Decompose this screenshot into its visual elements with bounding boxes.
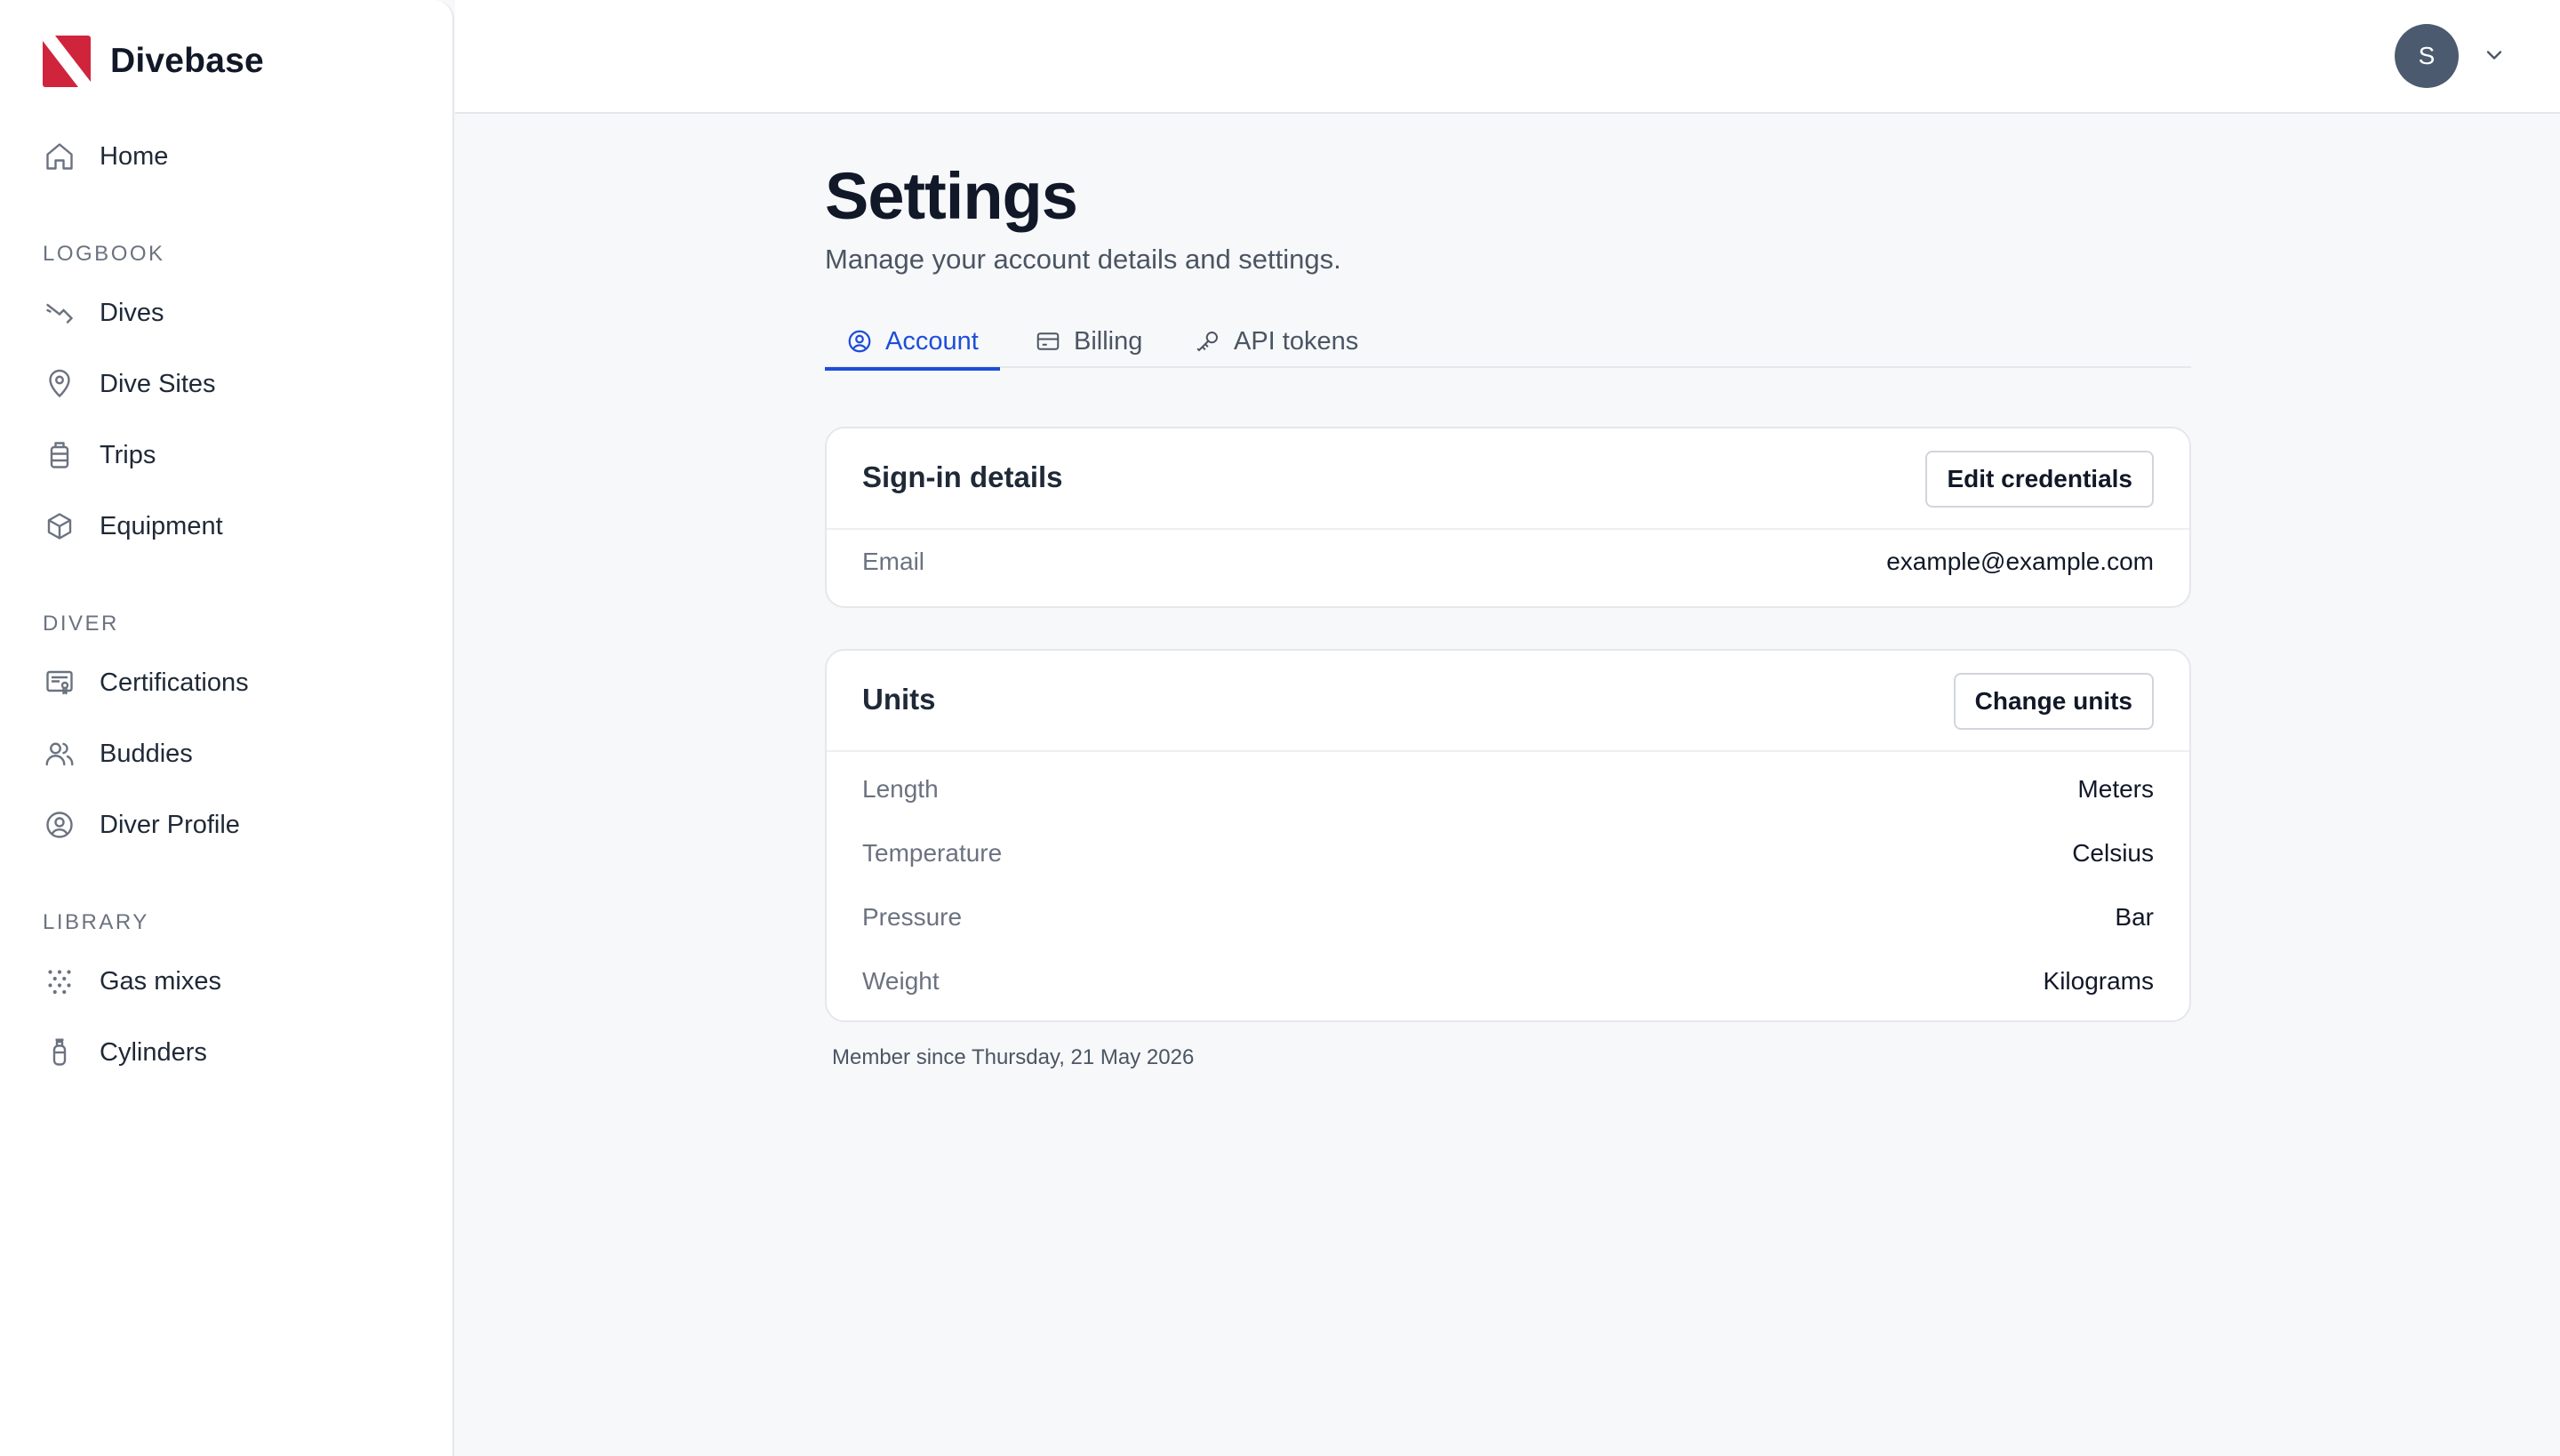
box-icon — [43, 509, 76, 543]
chevron-down-icon[interactable] — [2482, 43, 2507, 68]
sidebar-item-dive-sites[interactable]: Dive Sites — [43, 357, 416, 411]
sidebar-item-label: Certifications — [100, 668, 249, 697]
user-circle-icon — [43, 808, 76, 842]
units-list: Length Meters Temperature Celsius Pressu… — [827, 752, 2189, 1020]
signin-card: Sign-in details Edit credentials Email e… — [825, 427, 2191, 608]
dive-icon — [43, 296, 76, 330]
sidebar-item-label: Gas mixes — [100, 966, 221, 996]
certificate-icon — [43, 666, 76, 700]
detail-row-weight: Weight Kilograms — [827, 949, 2189, 1013]
sidebar-section-diver: Diver — [43, 612, 119, 636]
tab-billing[interactable]: Billing — [1035, 315, 1142, 368]
card-header: Sign-in details Edit credentials — [827, 428, 2189, 530]
app-root: Divebase Home Logbook Dives Dive Sites — [0, 0, 2560, 1456]
detail-row-length: Length Meters — [827, 757, 2189, 821]
sidebar-item-diver-profile[interactable]: Diver Profile — [43, 798, 416, 852]
sidebar: Divebase Home Logbook Dives Dive Sites — [0, 0, 454, 1456]
dots-grid-icon — [43, 964, 76, 998]
sidebar-item-trips[interactable]: Trips — [43, 428, 416, 482]
sidebar-item-certifications[interactable]: Certifications — [43, 656, 416, 709]
page-title: Settings — [825, 159, 1078, 233]
tab-label: Billing — [1074, 326, 1143, 356]
sidebar-section-logbook: Logbook — [43, 242, 165, 266]
units-card: Units Change units Length Meters Tempera… — [825, 649, 2191, 1022]
key-icon — [1196, 332, 1218, 352]
divebase-logo-icon — [43, 36, 91, 87]
user-circle-icon — [848, 330, 871, 353]
users-icon — [43, 737, 76, 771]
row-label: Length — [862, 775, 939, 803]
row-label: Pressure — [862, 903, 963, 931]
sidebar-item-equipment[interactable]: Equipment — [43, 500, 416, 553]
detail-row-temperature: Temperature Celsius — [827, 821, 2189, 885]
card-title: Units — [862, 683, 936, 716]
card-title: Sign-in details — [862, 460, 1063, 493]
credit-card-icon — [1036, 332, 1060, 350]
row-value: Kilograms — [2043, 967, 2154, 995]
page-subtitle: Manage your account details and settings… — [825, 244, 1341, 275]
sidebar-item-label: Home — [100, 141, 169, 171]
row-value: Celsius — [2072, 839, 2154, 867]
app-name: Divebase — [110, 42, 264, 80]
tab-label: API tokens — [1234, 326, 1359, 356]
card-header: Units Change units — [827, 651, 2189, 752]
home-icon — [43, 140, 76, 173]
edit-credentials-button[interactable]: Edit credentials — [1925, 451, 2154, 508]
settings-tabs: Account Billing API tokens — [825, 315, 2191, 371]
sidebar-item-label: Buddies — [100, 739, 193, 768]
sidebar-section-library: Library — [43, 910, 149, 934]
sidebar-item-label: Cylinders — [100, 1037, 207, 1067]
cylinder-icon — [43, 1036, 76, 1069]
detail-row-pressure: Pressure Bar — [827, 885, 2189, 949]
sidebar-item-label: Dive Sites — [100, 369, 216, 398]
sidebar-item-home[interactable]: Home — [43, 130, 416, 183]
change-units-button[interactable]: Change units — [1953, 673, 2154, 730]
sidebar-item-dives[interactable]: Dives — [43, 286, 416, 340]
user-avatar[interactable]: S — [2395, 24, 2459, 88]
sidebar-item-buddies[interactable]: Buddies — [43, 727, 416, 780]
sidebar-item-label: Equipment — [100, 511, 223, 540]
brand[interactable]: Divebase — [43, 36, 264, 87]
member-since-text: Member since Thursday, 21 May 2026 — [832, 1045, 1195, 1069]
row-label: Temperature — [862, 839, 1003, 867]
sidebar-item-cylinders[interactable]: Cylinders — [43, 1026, 416, 1079]
sidebar-item-label: Dives — [100, 298, 164, 327]
tab-api-tokens[interactable]: API tokens — [1195, 315, 1358, 368]
detail-row-email: Email example@example.com — [827, 530, 2189, 606]
luggage-icon — [43, 438, 76, 472]
tab-account[interactable]: Account — [825, 315, 1000, 371]
row-value: Meters — [2077, 775, 2154, 803]
row-value: Bar — [2115, 903, 2154, 931]
tab-label: Account — [885, 326, 979, 356]
sidebar-item-gas-mixes[interactable]: Gas mixes — [43, 955, 416, 1008]
row-label: Weight — [862, 967, 940, 995]
row-value: example@example.com — [1886, 548, 2154, 575]
map-pin-icon — [43, 367, 76, 401]
sidebar-item-label: Diver Profile — [100, 810, 240, 839]
row-label: Email — [862, 548, 925, 575]
sidebar-item-label: Trips — [100, 440, 156, 469]
top-bar: S — [455, 0, 2560, 114]
